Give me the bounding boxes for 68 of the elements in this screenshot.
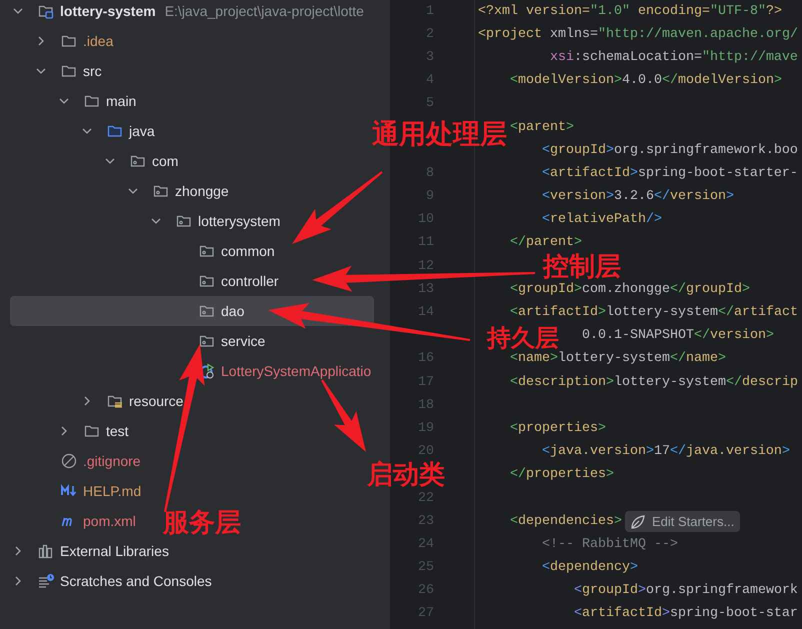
code-line: <?xml version="1.0" encoding="UTF-8"?> bbox=[478, 4, 782, 20]
folder-icon bbox=[84, 423, 100, 439]
tree-item[interactable]: pom.xml bbox=[10, 506, 138, 536]
code-line: <groupId>com.zhongge</groupId> bbox=[510, 282, 750, 298]
code-line: <properties> bbox=[510, 420, 606, 437]
tree-item[interactable]: src bbox=[10, 56, 104, 86]
tree-item[interactable]: main bbox=[10, 86, 138, 116]
module-folder-icon bbox=[38, 3, 54, 19]
tree-item[interactable]: controller bbox=[10, 266, 281, 296]
code-line: <project xmlns="http://maven.apache.org/ bbox=[478, 26, 798, 43]
scratches-icon bbox=[38, 573, 54, 589]
tree-item[interactable]: lottery-system E:\java_project\java-project\lotte bbox=[10, 0, 366, 26]
folder-icon bbox=[61, 33, 77, 49]
markdown-icon bbox=[61, 483, 77, 499]
annotation-label: 服务层 bbox=[163, 510, 241, 536]
annotation-label: 启动类 bbox=[367, 462, 445, 488]
tree-item[interactable]: service bbox=[10, 326, 268, 356]
code-line: </properties> bbox=[510, 467, 614, 484]
code-line: <artifactId>lottery-system</artifact bbox=[510, 305, 798, 322]
tree-item[interactable]: dao bbox=[10, 296, 374, 326]
package-folder-icon bbox=[153, 183, 169, 199]
code-line: <java.version>17</java.version> bbox=[542, 444, 790, 460]
tree-item[interactable]: lotterysystem bbox=[10, 206, 282, 236]
folder-icon bbox=[61, 63, 77, 79]
libraries-icon bbox=[38, 543, 54, 559]
package-folder-icon bbox=[199, 243, 215, 259]
code-line: <description>lottery-system</descrip bbox=[510, 374, 798, 391]
code-line: <!-- RabbitMQ --> bbox=[542, 536, 678, 553]
leaf-icon bbox=[630, 514, 646, 530]
tree-item[interactable]: .gitignore bbox=[10, 446, 143, 476]
code-line: <name>lottery-system</name> bbox=[510, 351, 726, 368]
folder-icon bbox=[84, 93, 100, 109]
package-folder-icon bbox=[199, 333, 215, 349]
tree-item[interactable]: zhongge bbox=[10, 176, 231, 206]
tree-item[interactable]: common bbox=[10, 236, 277, 266]
code-line: xsi:schemaLocation="http://mave bbox=[550, 50, 798, 66]
tree-item[interactable]: Scratches and Consoles bbox=[10, 566, 214, 596]
tree-item[interactable]: resource bbox=[10, 386, 186, 416]
tree-item[interactable]: test bbox=[10, 416, 131, 446]
code-line: <relativePath/> bbox=[542, 212, 662, 228]
annotation-label: 持久层 bbox=[487, 326, 559, 350]
package-folder-icon bbox=[176, 213, 192, 229]
code-line: <groupId>org.springframework bbox=[574, 583, 798, 600]
tree-item[interactable]: com bbox=[10, 146, 180, 176]
package-folder-icon bbox=[199, 273, 215, 289]
code-line: <dependencies> bbox=[510, 514, 622, 530]
tree-item[interactable]: HELP.md bbox=[10, 476, 144, 506]
edit-starters-hint[interactable]: Edit Starters... bbox=[624, 511, 740, 532]
code-line: <version>3.2.6</version> bbox=[542, 189, 734, 206]
annotation-label: 通用处理层 bbox=[372, 121, 507, 148]
code-line: <artifactId>spring-boot-starter- bbox=[542, 166, 798, 182]
code-line: <groupId>org.springframework.boo bbox=[542, 142, 798, 159]
code-line: </parent> bbox=[510, 235, 582, 252]
tree-item[interactable]: LotterySystemApplicatio bbox=[10, 356, 374, 386]
package-folder-icon bbox=[130, 153, 146, 169]
package-folder-icon bbox=[199, 303, 215, 319]
tree-item[interactable]: External Libraries bbox=[10, 536, 171, 566]
annotation-label: 控制层 bbox=[543, 254, 621, 280]
folder-icon bbox=[107, 123, 123, 139]
resources-folder-icon bbox=[107, 393, 123, 409]
code-line: <artifactId>spring-boot-star bbox=[574, 606, 798, 622]
code-line: <parent> bbox=[510, 120, 574, 136]
code-line: <dependency> bbox=[542, 560, 638, 576]
code-line: 0.0.1-SNAPSHOT</version> bbox=[582, 328, 774, 344]
tree-item[interactable]: .idea bbox=[10, 26, 116, 56]
tree-item[interactable]: java bbox=[10, 116, 157, 146]
ignore-icon bbox=[61, 453, 77, 469]
code-line: <modelVersion>4.0.0</modelVersion> bbox=[510, 73, 782, 90]
